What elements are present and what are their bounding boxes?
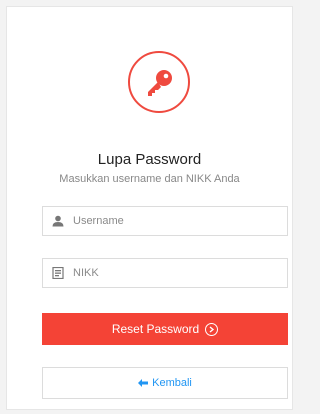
logo-circle — [128, 51, 190, 113]
username-input[interactable] — [73, 207, 283, 235]
arrow-left-icon — [138, 379, 149, 387]
reset-password-label: Reset Password — [111, 322, 200, 336]
back-button[interactable]: Kembali — [42, 367, 288, 399]
back-label: Kembali — [152, 377, 192, 389]
page-title: Lupa Password — [97, 151, 202, 168]
username-field-wrapper — [42, 206, 288, 236]
nikk-field-wrapper — [42, 258, 288, 288]
key-icon — [148, 70, 172, 96]
id-card-icon — [52, 267, 64, 279]
page-subtitle: Masukkan username dan NIKK Anda — [59, 173, 240, 185]
reset-password-button[interactable]: Reset Password — [42, 313, 288, 345]
user-icon — [52, 215, 64, 227]
nikk-input[interactable] — [73, 259, 283, 287]
circle-arrow-right-icon — [205, 322, 219, 336]
forgot-password-card: Lupa Password Masukkan username dan NIKK… — [6, 6, 293, 410]
